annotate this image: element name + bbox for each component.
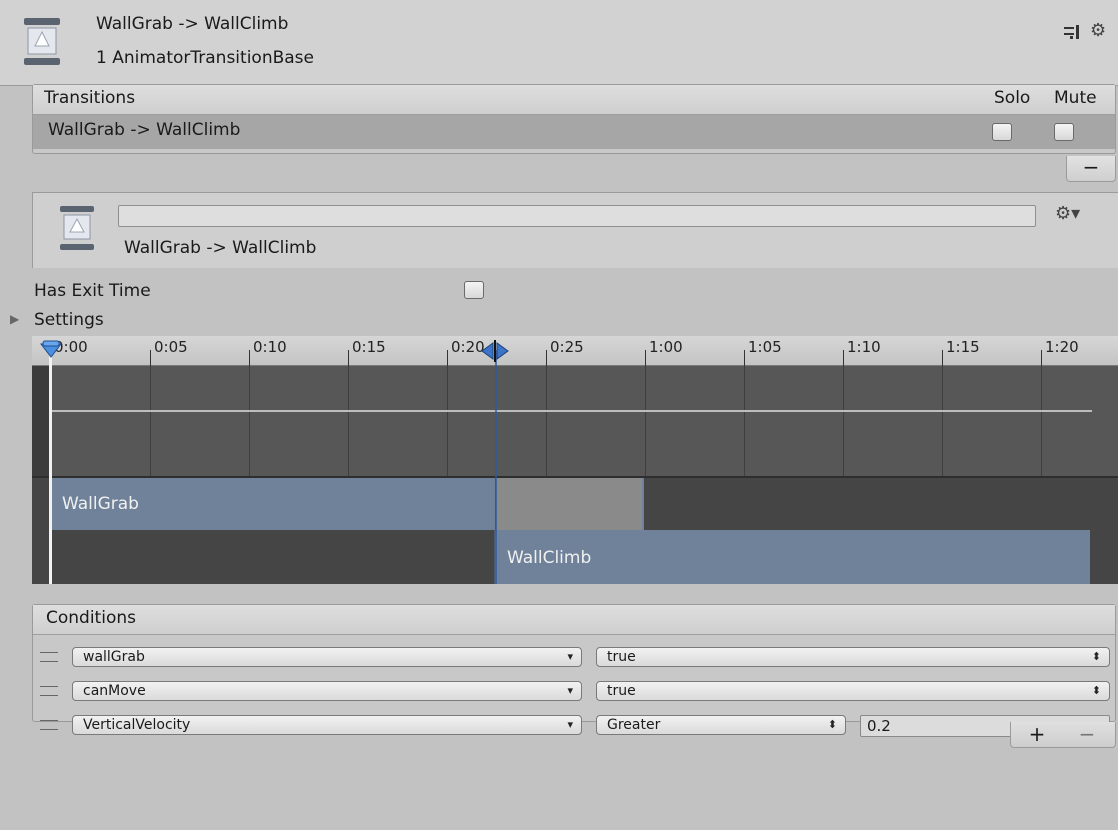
transition-icon — [60, 206, 94, 250]
transition-name-input[interactable] — [118, 205, 1036, 227]
tick-label: 1:15 — [946, 338, 980, 356]
condition-parameter-value: wallGrab — [83, 649, 145, 665]
inspector-header — [0, 0, 1118, 86]
preset-icon[interactable] — [1063, 24, 1083, 40]
tick-mark — [1041, 350, 1042, 366]
transition-icon — [24, 18, 60, 65]
dropdown-arrow-icon: ▾ — [567, 718, 573, 731]
condition-parameter-dropdown[interactable]: canMove ▾ — [72, 681, 582, 701]
transition-curve — [52, 410, 1092, 412]
tick-label: 1:05 — [748, 338, 782, 356]
tick-mark — [843, 350, 844, 366]
conditions-header — [33, 605, 1115, 635]
add-condition-button[interactable]: + — [1022, 724, 1052, 744]
settings-foldout[interactable]: Settings — [34, 310, 104, 330]
tick-mark — [447, 350, 448, 366]
tick-mark — [150, 350, 151, 366]
source-clip-label: WallGrab — [62, 494, 139, 514]
remove-condition-button[interactable]: − — [1072, 724, 1102, 744]
mute-checkbox[interactable] — [1054, 123, 1074, 141]
mute-column-label: Mute — [1054, 88, 1097, 108]
destination-clip[interactable]: WallClimb — [494, 530, 1090, 584]
condition-mode-dropdown[interactable]: true ⬍ — [596, 681, 1110, 701]
tick-mark — [249, 350, 250, 366]
transition-row-label: WallGrab -> WallClimb — [48, 120, 241, 140]
condition-parameter-dropdown[interactable]: VerticalVelocity ▾ — [72, 715, 582, 735]
drag-handle-icon[interactable] — [40, 686, 58, 696]
drag-handle-icon[interactable] — [40, 652, 58, 662]
transition-title: WallGrab -> WallClimb — [124, 238, 317, 258]
tick-label: 0:05 — [154, 338, 188, 356]
has-exit-time-label: Has Exit Time — [34, 281, 151, 301]
header-title: WallGrab -> WallClimb — [96, 14, 289, 34]
dropdown-arrow-icon: ▾ — [567, 650, 573, 663]
drag-handle-icon[interactable] — [40, 720, 58, 730]
condition-parameter-value: canMove — [83, 683, 146, 699]
updown-arrow-icon: ⬍ — [1091, 684, 1101, 697]
source-clip-tail[interactable] — [496, 478, 644, 530]
header-subtitle: 1 AnimatorTransitionBase — [96, 48, 314, 68]
dropdown-arrow-icon: ▾ — [567, 684, 573, 697]
has-exit-time-checkbox[interactable] — [464, 281, 484, 299]
transitions-header — [33, 85, 1115, 115]
transition-marker-handle-icon[interactable] — [480, 340, 510, 362]
condition-parameter-value: VerticalVelocity — [83, 717, 191, 733]
condition-mode-value: true — [607, 683, 636, 699]
curve-area — [32, 366, 1118, 476]
tick-label: 0:25 — [550, 338, 584, 356]
transition-marker-line — [495, 350, 497, 584]
condition-mode-value: Greater — [607, 717, 661, 733]
transitions-heading: Transitions — [44, 88, 136, 108]
conditions-heading: Conditions — [46, 608, 136, 628]
solo-checkbox[interactable] — [992, 123, 1012, 141]
tick-mark — [645, 350, 646, 366]
updown-arrow-icon: ⬍ — [827, 718, 837, 731]
tick-mark — [744, 350, 745, 366]
tick-label: 0:15 — [352, 338, 386, 356]
tick-label: 0:10 — [253, 338, 287, 356]
source-clip[interactable]: WallGrab — [52, 478, 496, 530]
tick-mark — [942, 350, 943, 366]
updown-arrow-icon: ⬍ — [1091, 650, 1101, 663]
gear-dropdown-icon[interactable]: ⚙▾ — [1055, 203, 1087, 225]
foldout-arrow-icon[interactable]: ▶ — [10, 312, 24, 326]
tick-label: 1:20 — [1045, 338, 1079, 356]
condition-mode-dropdown[interactable]: true ⬍ — [596, 647, 1110, 667]
tick-mark — [348, 350, 349, 366]
condition-mode-value: true — [607, 649, 636, 665]
tick-label: 1:10 — [847, 338, 881, 356]
playhead — [49, 346, 52, 584]
destination-clip-label: WallClimb — [507, 548, 592, 568]
gear-icon[interactable]: ⚙ — [1090, 20, 1114, 42]
remove-transition-button[interactable]: − — [1066, 156, 1116, 182]
tick-label: 1:00 — [649, 338, 683, 356]
solo-column-label: Solo — [994, 88, 1031, 108]
playhead-handle-icon[interactable] — [40, 340, 62, 358]
condition-mode-dropdown[interactable]: Greater ⬍ — [596, 715, 846, 735]
tick-mark — [546, 350, 547, 366]
condition-parameter-dropdown[interactable]: wallGrab ▾ — [72, 647, 582, 667]
